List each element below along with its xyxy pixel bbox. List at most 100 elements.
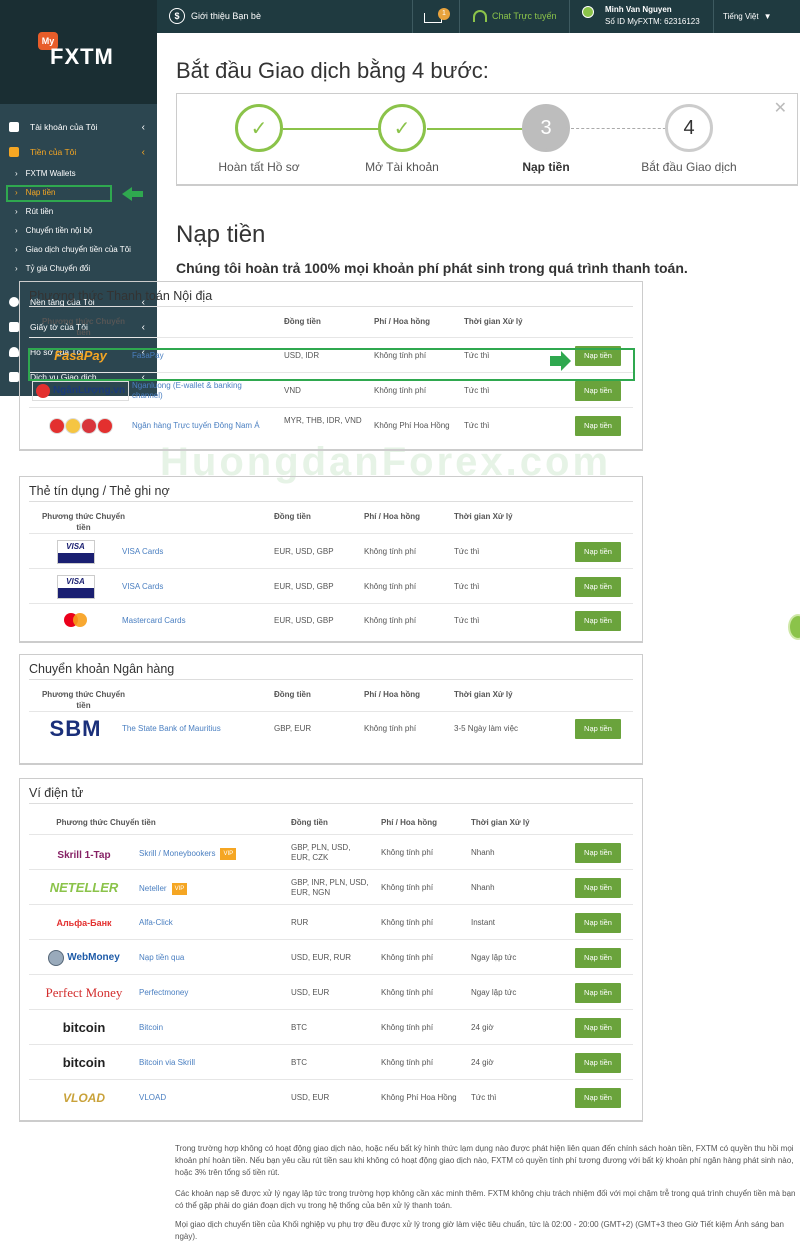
method-name: Skrill / Moneybookers: [139, 848, 216, 858]
payment-logo: Skrill 1-Tap: [29, 835, 139, 870]
deposit-button[interactable]: Nạp tiền: [575, 611, 621, 631]
scroll-top-button[interactable]: [788, 614, 800, 640]
logo-fxtm-text: FXTM: [50, 44, 114, 69]
user-icon: [9, 347, 19, 357]
column-header-time: Thời gian Xử lý: [454, 512, 513, 521]
sidebar-item-accounts[interactable]: Tài khoản của Tôi ‹: [0, 118, 157, 136]
column-header-fee: Phí / Hoa hồng: [364, 690, 420, 699]
sidebar-sub-exchange-rate[interactable]: › Tỷ giá Chuyển đổi: [15, 264, 90, 273]
column-header-currency: Đồng tiền: [274, 512, 311, 521]
table-row: Альфа-Банк Alfa-Click RUR Không tính phí Ins…: [29, 904, 633, 939]
deposit-button[interactable]: Nạp tiền: [575, 1017, 621, 1038]
method-name: Ngân hàng Trực tuyến Đông Nam Á: [132, 420, 260, 430]
close-icon[interactable]: ✕: [774, 98, 787, 118]
method-name-link[interactable]: The State Bank of Mauritius: [122, 724, 257, 734]
sidebar-sub-my-transfers[interactable]: › Giao dịch chuyển tiền của Tôi: [15, 245, 131, 254]
cell-fee: Không tính phí: [381, 917, 434, 927]
vload-logo: VLOAD: [63, 1091, 105, 1105]
neteller-logo-text: NETELLER: [49, 880, 119, 895]
cell-currency: VND: [284, 385, 301, 395]
fxtm-logo[interactable]: My FXTM: [0, 0, 157, 104]
deposit-button[interactable]: Nạp tiền: [575, 947, 621, 968]
language-select[interactable]: Tiếng Việt ▼: [723, 12, 772, 21]
malaysia-flag-icon: [64, 417, 81, 434]
sbm-logo: SBM: [49, 716, 102, 741]
chevron-down-icon: ‹: [141, 146, 145, 158]
neteller-logo: NETELLER: [50, 880, 119, 895]
cell-time: Ngay lập tức: [471, 987, 517, 997]
method-name-link[interactable]: Bitcoin: [139, 1023, 274, 1033]
method-name-link[interactable]: VISA Cards: [122, 582, 257, 592]
cell-time: Tức thì: [454, 546, 480, 556]
method-name: VISA Cards: [122, 546, 164, 556]
cell-fee: Không tính phí: [381, 952, 434, 962]
method-name-link[interactable]: Bitcoin via Skrill: [139, 1058, 274, 1068]
inbox-button[interactable]: 1: [422, 5, 450, 27]
deposit-button[interactable]: Nạp tiền: [575, 541, 621, 562]
deposit-button[interactable]: Nạp tiền: [575, 415, 621, 436]
network-icon: [9, 122, 19, 132]
cell-currency: BTC: [291, 1057, 307, 1067]
arrow-right-icon: [550, 351, 571, 371]
cell-fee: Không tính phí: [374, 385, 427, 395]
deposit-button[interactable]: Nạp tiền: [575, 842, 621, 863]
method-name-link[interactable]: Alfa-Click: [139, 918, 274, 928]
vip-badge: VIP: [220, 847, 237, 860]
cell-currency: USD, EUR, RUR: [291, 952, 352, 962]
method-name: Bitcoin via Skrill: [139, 1057, 196, 1067]
bitcoin-logo: bitcoin: [63, 1020, 106, 1035]
method-name-link[interactable]: Mastercard Cards: [122, 616, 257, 626]
deposit-button[interactable]: Nạp tiền: [575, 576, 621, 597]
sidebar-sub-fxtm-wallets[interactable]: › FXTM Wallets: [15, 169, 76, 178]
user-menu[interactable]: Minh Van Nguyen Số ID MyFXTM: 62316123: [582, 4, 700, 28]
method-name-link[interactable]: VISA Cards: [122, 547, 257, 557]
step-number: 4: [665, 104, 713, 152]
deposit-button[interactable]: Nạp tiền: [575, 719, 621, 739]
sub-item-label: Giao dịch chuyển tiền của Tôi: [25, 245, 131, 254]
refer-friend-link[interactable]: $ Giới thiệu Bạn bè: [169, 8, 261, 24]
section-divider: [29, 803, 633, 804]
sidebar-item-my-money[interactable]: Tiền của Tôi ‹: [0, 143, 157, 161]
chevron-left-icon: ‹: [141, 121, 145, 133]
deposit-button[interactable]: Nạp tiền: [575, 982, 621, 1003]
deposit-button[interactable]: Nạp tiền: [575, 1087, 621, 1108]
column-header-method: Phương thức Chuyển tiền: [41, 512, 126, 532]
method-name-link[interactable]: Neteller VIP: [139, 882, 274, 895]
deposit-button[interactable]: Nạp tiền: [575, 380, 621, 401]
cell-time: Tức thì: [464, 420, 490, 430]
method-name-link[interactable]: Skrill / Moneybookers VIP: [139, 847, 274, 860]
deposit-button[interactable]: Nạp tiền: [575, 912, 621, 933]
deposit-button[interactable]: Nạp tiền: [575, 877, 621, 898]
cell-fee: Không tính phí: [381, 847, 434, 857]
method-name-link[interactable]: Nganluong (E-wallet & banking channel): [132, 381, 267, 401]
sidebar-sub-withdraw[interactable]: › Rút tiền: [15, 207, 53, 216]
arrow-left-icon: [122, 187, 143, 201]
bitcoin-skrill-logo-text: bitcoin: [62, 1055, 106, 1070]
cell-fee: Không tính phí: [381, 882, 434, 892]
table-row: VISA VISA Cards EUR, USD, GBP Không tính ph…: [29, 568, 633, 603]
sidebar-item-label: Tiền của Tôi: [30, 147, 77, 157]
highlight-box: [6, 185, 112, 202]
inbox-badge: 1: [438, 8, 450, 20]
highlight-row-box: [28, 348, 635, 381]
column-header-time: Thời gian Xử lý: [454, 690, 513, 699]
table-row: bitcoin Bitcoin BTC Không tính phí 24 giờ Nạp…: [29, 1009, 633, 1044]
visa-logo: VISA: [56, 574, 95, 599]
method-name: Alfa-Click: [139, 917, 173, 927]
deposit-button[interactable]: Nạp tiền: [575, 1052, 621, 1073]
sidebar-sub-internal-transfer[interactable]: › Chuyển tiền nội bộ: [15, 226, 92, 235]
method-name-link[interactable]: Ngân hàng Trực tuyến Đông Nam Á: [132, 421, 267, 431]
method-name-link[interactable]: VLOAD: [139, 1093, 274, 1103]
method-name-link[interactable]: Perfectmoney: [139, 988, 274, 998]
bitcoin-skrill-logo: bitcoin: [63, 1055, 106, 1070]
skrill-logo-text: Skrill 1-Tap: [57, 849, 111, 861]
live-chat-link[interactable]: Chat Trực tuyến: [473, 10, 557, 22]
cell-time: Nhanh: [471, 882, 495, 892]
method-name-link[interactable]: Nạp tiền qua: [139, 953, 274, 963]
column-header-method: Phương thức Chuyển tiền: [56, 818, 156, 827]
cell-time: Ngay lập tức: [471, 952, 517, 962]
method-name: Neteller: [139, 883, 167, 893]
cell-time: 3-5 Ngày làm việc: [454, 724, 519, 733]
cell-time: Instant: [471, 917, 496, 927]
visa-logo: VISA: [56, 539, 95, 564]
